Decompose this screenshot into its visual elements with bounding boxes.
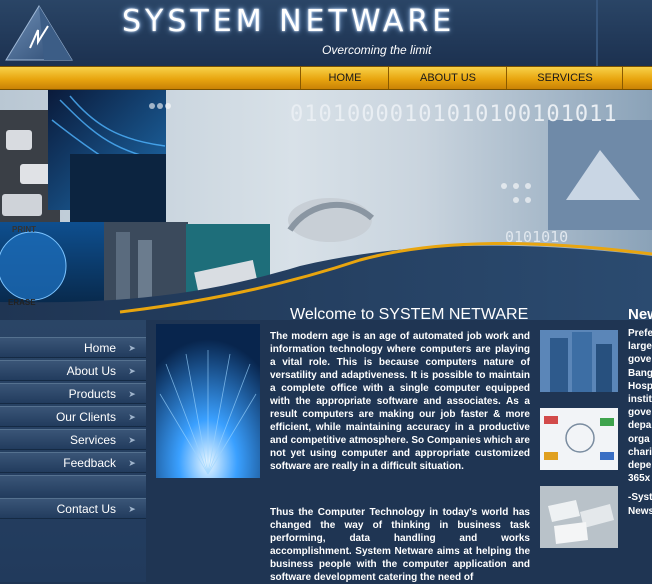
topnav-about-us[interactable]: ABOUT US: [388, 67, 507, 89]
news-thumbnail-books[interactable]: [540, 486, 618, 548]
sidebar-item-products[interactable]: Products ➤: [0, 383, 146, 404]
key-label-erase: ERASE: [8, 298, 36, 307]
news-line: large: [628, 341, 652, 353]
banner-binary-small: 0101010: [505, 228, 569, 246]
banner-binary-text: 01010000101010100101011: [290, 102, 618, 127]
news-line: instit: [628, 394, 652, 406]
sidebar-item-label: Home: [83, 341, 116, 355]
arrow-icon: ➤: [128, 366, 136, 376]
sidebar-item-services[interactable]: Services ➤: [0, 429, 146, 450]
news-line: gove: [628, 407, 652, 419]
sidebar-item-label: Our Clients: [55, 410, 116, 424]
header-divider: [596, 0, 598, 66]
topnav-home[interactable]: HOME: [300, 67, 389, 89]
key-label-print: PRINT: [12, 225, 36, 234]
sidebar-item-label: Feedback: [63, 456, 116, 470]
sidebar-item-our-clients[interactable]: Our Clients ➤: [0, 406, 146, 427]
site-title: SYSTEM NETWARE: [122, 4, 456, 39]
sidebar-item-feedback[interactable]: Feedback ➤: [0, 452, 146, 473]
news-line: gove: [628, 354, 652, 366]
topnav-services[interactable]: SERVICES: [506, 67, 623, 89]
main-content: Welcome to SYSTEM NETWARE The modern age…: [146, 300, 540, 583]
news-signature: -Syst: [628, 492, 652, 504]
second-paragraph: Thus the Computer Technology in today's …: [270, 507, 530, 583]
news-signature: News: [628, 505, 652, 517]
sidebar-item-label: Services: [69, 433, 116, 447]
sidebar-spacer: [0, 475, 146, 497]
logo[interactable]: [4, 4, 74, 62]
sidebar-item-label: Contact Us: [56, 502, 116, 516]
arrow-icon: ➤: [128, 389, 136, 399]
news-thumbnail-building[interactable]: [540, 330, 618, 392]
news-thumbnail-diagram[interactable]: [540, 408, 618, 470]
hero-banner: 01010000101010100101011 0101010 PRINT ER…: [0, 90, 652, 320]
arrow-icon: ➤: [128, 504, 136, 514]
intro-paragraph: The modern age is an age of automated jo…: [270, 331, 530, 472]
sidebar-item-label: Products: [68, 387, 116, 401]
site-tagline: Overcoming the limit: [322, 43, 432, 57]
fiber-optic-image: [156, 324, 260, 478]
arrow-icon: ➤: [128, 435, 136, 445]
news-line: Prefe: [628, 328, 652, 339]
sidebar-item-label: About Us: [66, 364, 116, 378]
arrow-icon: ➤: [128, 412, 136, 422]
site-header: SYSTEM NETWARE Overcoming the limit: [0, 0, 652, 66]
news-line: depa: [628, 420, 652, 432]
news-line: chari: [628, 446, 652, 458]
news-line: Hosp: [628, 380, 652, 392]
news-line: orga: [628, 433, 650, 445]
news-line: 365x: [628, 473, 651, 485]
top-nav: HOME ABOUT US SERVICES: [0, 66, 652, 90]
arrow-icon: ➤: [128, 458, 136, 468]
news-heading: News: [628, 306, 652, 323]
page-title: Welcome to SYSTEM NETWARE: [290, 306, 529, 323]
news-line: depe: [628, 460, 652, 472]
sidebar-item-home[interactable]: Home ➤: [0, 337, 146, 358]
news-excerpt: Prefe large gove Bang Hosp instit gove d…: [628, 327, 652, 518]
sidebar-item-contact-us[interactable]: Contact Us ➤: [0, 498, 146, 519]
topnav-next-item[interactable]: [622, 67, 652, 89]
news-line: Bang: [628, 367, 652, 379]
sidebar: Home ➤ About Us ➤ Products ➤ Our Clients…: [0, 320, 146, 582]
arrow-icon: ➤: [128, 343, 136, 353]
sidebar-item-about-us[interactable]: About Us ➤: [0, 360, 146, 381]
news-column: News Prefe large gove Bang Hosp instit g…: [540, 300, 652, 582]
